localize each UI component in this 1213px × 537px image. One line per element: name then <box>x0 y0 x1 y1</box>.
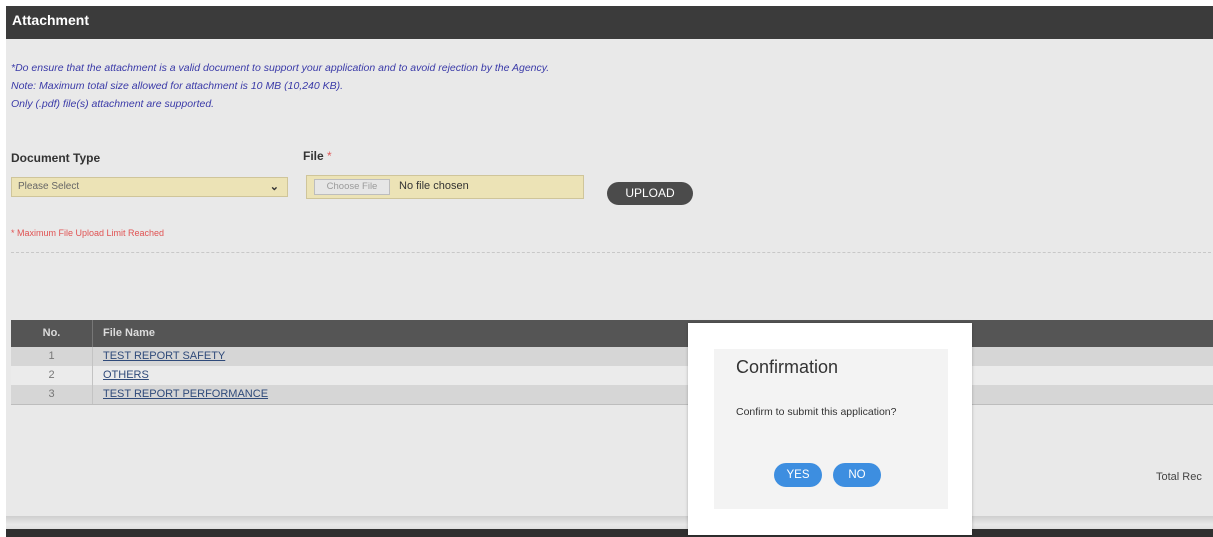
total-records: Total Rec <box>1156 471 1202 483</box>
dialog-message: Confirm to submit this application? <box>736 406 897 418</box>
file-input[interactable]: Choose File No file chosen <box>306 175 584 199</box>
column-header-no: No. <box>11 320 93 347</box>
file-status: No file chosen <box>399 180 469 192</box>
file-link[interactable]: OTHERS <box>103 369 149 381</box>
note-line: Note: Maximum total size allowed for att… <box>11 80 344 92</box>
no-button[interactable]: NO <box>833 463 881 487</box>
choose-file-button[interactable]: Choose File <box>314 179 390 195</box>
table-row: 2 OTHERS <box>11 366 1213 385</box>
row-number: 1 <box>11 347 93 366</box>
row-number: 3 <box>11 385 93 404</box>
attachment-panel: Attachment *Do ensure that the attachmen… <box>6 6 1213 537</box>
divider <box>11 252 1211 253</box>
dialog-body: Confirmation Confirm to submit this appl… <box>714 349 948 509</box>
file-label: File * <box>303 149 332 163</box>
note-line: Only (.pdf) file(s) attachment are suppo… <box>11 98 215 110</box>
file-link[interactable]: TEST REPORT PERFORMANCE <box>103 388 268 400</box>
notes: *Do ensure that the attachment is a vali… <box>11 59 549 113</box>
upload-button[interactable]: UPLOAD <box>607 182 693 205</box>
confirmation-dialog: Confirmation Confirm to submit this appl… <box>688 323 972 535</box>
document-type-select[interactable]: Please Select ⌄ <box>11 177 288 197</box>
file-name-cell: OTHERS <box>93 366 1213 385</box>
document-type-label: Document Type <box>11 151 101 165</box>
section-title: Attachment <box>6 6 1213 39</box>
table-header: No. File Name <box>11 320 1213 347</box>
note-line: *Do ensure that the attachment is a vali… <box>11 62 550 74</box>
table-row: 1 TEST REPORT SAFETY <box>11 347 1213 366</box>
file-label-text: File <box>303 149 324 163</box>
document-type-value: Please Select <box>18 181 80 192</box>
table-body: 1 TEST REPORT SAFETY 2 OTHERS 3 TEST REP… <box>11 347 1213 404</box>
required-mark: * <box>327 149 332 163</box>
row-number: 2 <box>11 366 93 385</box>
dialog-title: Confirmation <box>736 357 839 377</box>
table-row: 3 TEST REPORT PERFORMANCE <box>11 385 1213 404</box>
column-header-file-name: File Name <box>103 327 155 339</box>
upload-limit-message: * Maximum File Upload Limit Reached <box>11 228 165 238</box>
chevron-down-icon: ⌄ <box>269 181 279 193</box>
file-name-cell: TEST REPORT SAFETY <box>93 347 1213 366</box>
attachment-table: No. File Name 1 TEST REPORT SAFETY 2 OTH… <box>11 320 1213 405</box>
file-name-cell: TEST REPORT PERFORMANCE <box>93 385 1213 404</box>
footer-bar <box>6 529 1213 537</box>
file-link[interactable]: TEST REPORT SAFETY <box>103 350 225 362</box>
yes-button[interactable]: YES <box>774 463 822 487</box>
